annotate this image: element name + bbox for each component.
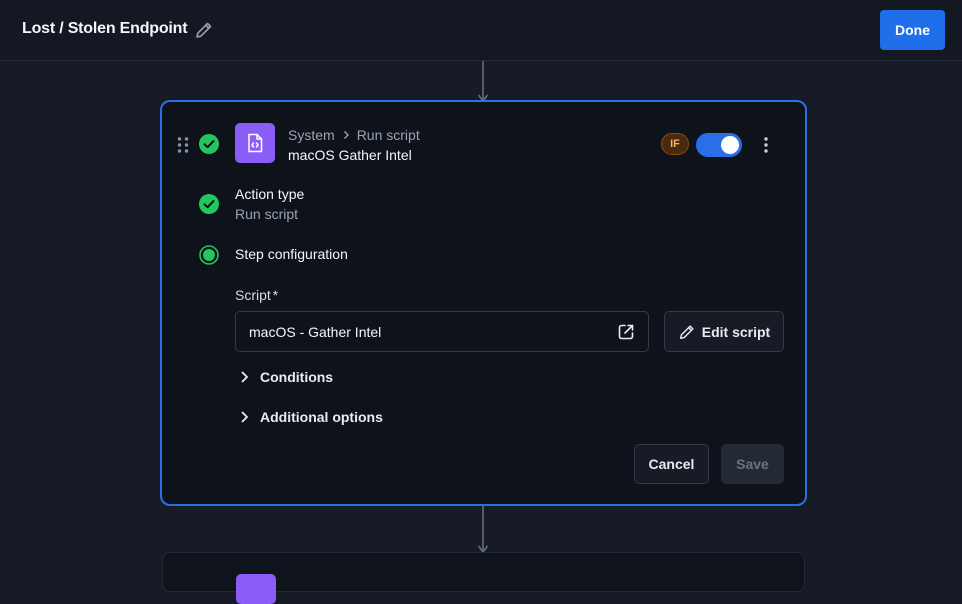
breadcrumb-item: System [288,127,335,143]
save-button[interactable]: Save [721,444,784,484]
next-step-icon [236,574,276,604]
toggle-knob [721,136,739,154]
script-label-text: Script [235,287,271,303]
conditions-expander[interactable]: Conditions [240,369,333,385]
condition-badge: IF [661,133,689,155]
action-type-check-icon [199,194,219,214]
next-step-card[interactable] [162,552,805,604]
cancel-button[interactable]: Cancel [634,444,709,484]
conditions-label: Conditions [260,369,334,385]
chevron-right-icon [343,131,349,139]
additional-options-expander[interactable]: Additional options [240,409,383,425]
drag-handle-icon[interactable] [176,136,190,154]
action-type-label: Action type [235,186,305,202]
action-type-value: Run script [235,206,299,222]
edit-script-label: Edit script [701,323,771,340]
script-file-icon [235,123,275,163]
pencil-icon[interactable] [194,20,214,40]
step-card: System Run script macOS Gather Intel IF … [160,100,807,506]
top-bar: Lost / Stolen Endpoint Done [0,0,962,61]
step-configuration-label: Step configuration [235,246,348,262]
breadcrumb-item: Run script [356,127,420,143]
current-step-indicator-icon [199,245,219,265]
step-status-check-icon [199,134,219,154]
script-select[interactable]: macOS - Gather Intel [235,311,649,352]
connector-arrow-top [477,61,489,103]
edit-script-button[interactable]: Edit script [664,311,784,352]
step-enabled-toggle[interactable] [696,133,742,157]
required-marker: * [272,287,279,303]
chevron-right-icon [241,371,248,383]
more-options-icon[interactable] [758,135,774,155]
done-button[interactable]: Done [880,10,945,50]
step-name: macOS Gather Intel [288,147,412,163]
connector-arrow-bottom [477,506,489,554]
chevron-right-icon [241,411,248,423]
page-title: Lost / Stolen Endpoint [22,20,188,37]
pencil-icon [679,324,694,339]
script-field-label: Script * [235,287,278,303]
script-select-value: macOS - Gather Intel [249,324,382,340]
additional-options-label: Additional options [260,409,383,425]
breadcrumb: System Run script [288,127,420,143]
external-link-icon[interactable] [616,322,636,342]
